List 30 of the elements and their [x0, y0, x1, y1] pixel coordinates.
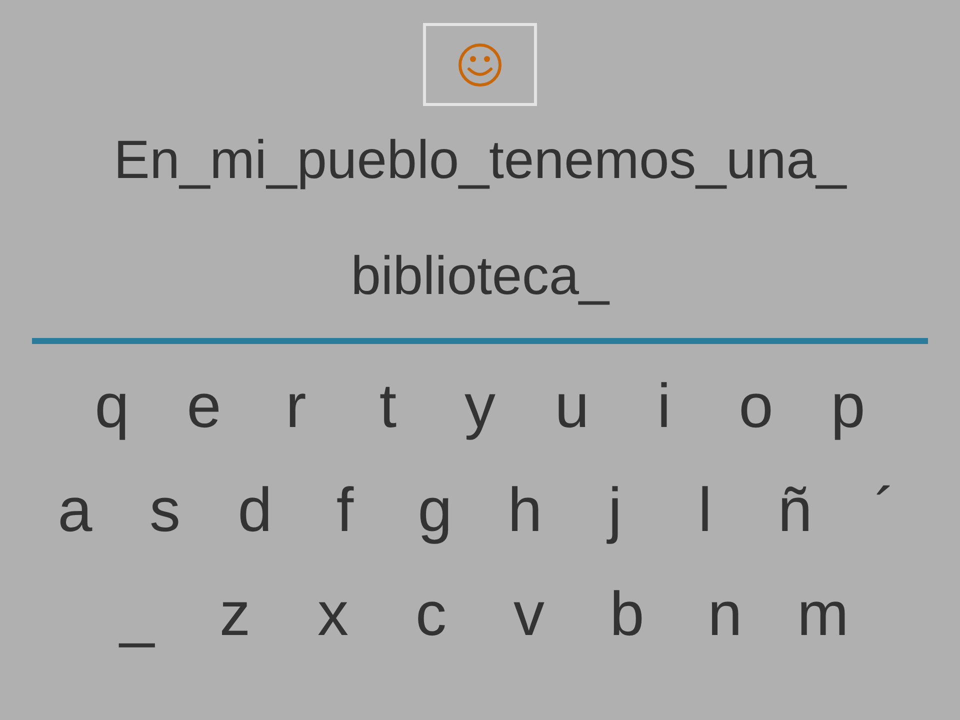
letter-key[interactable]: _ — [88, 574, 186, 656]
letter-key[interactable]: u — [526, 366, 618, 448]
letter-key[interactable]: s — [120, 470, 210, 552]
letter-key[interactable]: a — [30, 470, 120, 552]
letter-key[interactable]: l — [660, 470, 750, 552]
letter-key[interactable]: q — [66, 366, 158, 448]
sentence-line: En_mi_pueblo_tenemos_una_ — [114, 129, 846, 192]
sentence-line: biblioteca_ — [350, 245, 610, 308]
letter-key[interactable]: y — [434, 366, 526, 448]
letter-key[interactable]: ´ — [840, 470, 930, 552]
letter-key[interactable]: i — [618, 366, 710, 448]
letter-key[interactable]: o — [710, 366, 802, 448]
letter-key[interactable]: g — [390, 470, 480, 552]
letter-key[interactable]: t — [342, 366, 434, 448]
letter-key[interactable]: j — [570, 470, 660, 552]
letter-key[interactable]: f — [300, 470, 390, 552]
letter-key[interactable]: e — [158, 366, 250, 448]
letter-key[interactable]: p — [802, 366, 894, 448]
smiley-icon — [457, 42, 503, 88]
letter-key[interactable]: m — [774, 574, 872, 656]
letter-key[interactable]: ñ — [750, 470, 840, 552]
letter-key[interactable]: c — [382, 574, 480, 656]
letter-key[interactable]: z — [186, 574, 284, 656]
letter-key[interactable]: r — [250, 366, 342, 448]
letter-key[interactable]: x — [284, 574, 382, 656]
letter-key[interactable]: v — [480, 574, 578, 656]
letter-key[interactable]: h — [480, 470, 570, 552]
letter-key[interactable]: n — [676, 574, 774, 656]
letter-key[interactable]: b — [578, 574, 676, 656]
letter-key[interactable]: d — [210, 470, 300, 552]
